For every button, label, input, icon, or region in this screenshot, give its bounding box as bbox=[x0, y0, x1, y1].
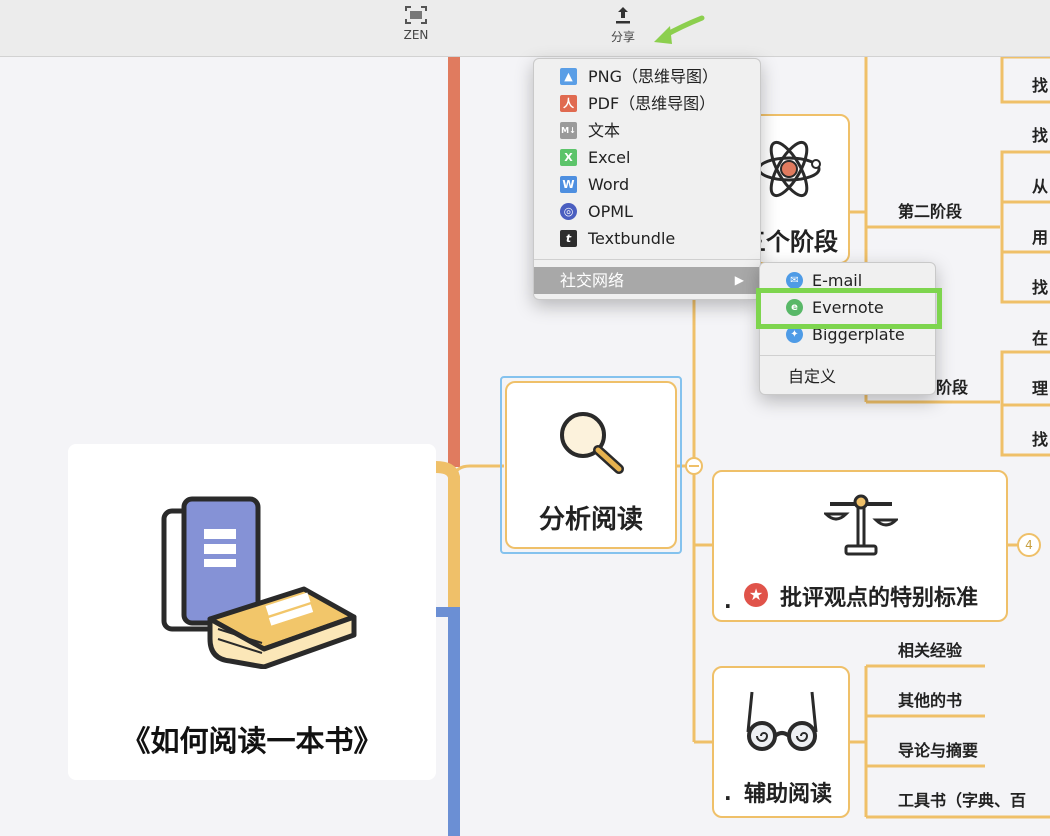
right-edge-label[interactable]: 找 bbox=[1032, 72, 1048, 96]
root-node-title: 《如何阅读一本书》 bbox=[121, 724, 383, 758]
mindmap-canvas: 《如何阅读一本书》 分析阅读 三个阶段 第二阶段 阶段 找 找 从 用 找 在 … bbox=[0, 57, 1050, 836]
star-badge-icon: ★ bbox=[744, 583, 768, 607]
root-node-card[interactable]: 《如何阅读一本书》 bbox=[68, 444, 436, 780]
word-icon: W bbox=[560, 176, 577, 193]
share-label: 分享 bbox=[610, 30, 635, 44]
glasses-icon bbox=[746, 691, 818, 751]
analysis-node-title: 分析阅读 bbox=[538, 505, 643, 535]
critique-node[interactable]: . ★ 批评观点的特别标准 bbox=[712, 470, 1008, 622]
export-excel-item[interactable]: X Excel bbox=[534, 144, 760, 171]
right-edge-label[interactable]: 从 bbox=[1032, 173, 1048, 197]
email-icon: ✉ bbox=[786, 272, 803, 289]
stage2-label[interactable]: 第二阶段 bbox=[898, 198, 962, 222]
menu-separator bbox=[760, 355, 935, 356]
zen-mode-button[interactable]: ZEN bbox=[386, 4, 446, 42]
export-pdf-item[interactable]: 人 PDF（思维导图） bbox=[534, 90, 760, 117]
green-arrow-annotation bbox=[654, 15, 705, 44]
share-button[interactable]: 分享 bbox=[593, 4, 653, 45]
right-edge-label[interactable]: 在 bbox=[1032, 325, 1048, 349]
png-image-icon: ▲ bbox=[560, 68, 577, 85]
aux-child-label[interactable]: 相关经验 bbox=[898, 637, 962, 661]
export-textbundle-item[interactable]: t Textbundle bbox=[534, 225, 760, 252]
menu-separator bbox=[534, 259, 760, 260]
collapsed-count-badge[interactable]: 4 bbox=[1018, 534, 1040, 556]
aux-child-label[interactable]: 其他的书 bbox=[898, 687, 962, 711]
stage3-label[interactable]: 阶段 bbox=[936, 374, 968, 398]
aux-node-title: 辅助阅读 bbox=[744, 782, 833, 807]
scales-icon bbox=[824, 494, 898, 556]
evernote-highlight-annotation bbox=[756, 288, 942, 329]
excel-icon: X bbox=[560, 149, 577, 166]
analysis-node[interactable]: 分析阅读 bbox=[505, 381, 677, 549]
critique-node-title: 批评观点的特别标准 bbox=[780, 586, 979, 611]
export-word-item[interactable]: W Word bbox=[534, 171, 760, 198]
share-custom-item[interactable]: 自定义 bbox=[760, 363, 935, 390]
export-text-item[interactable]: M↓ 文本 bbox=[534, 117, 760, 144]
export-opml-item[interactable]: ◎ OPML bbox=[534, 198, 760, 225]
aux-child-label[interactable]: 工具书（字典、百 bbox=[898, 787, 1026, 811]
right-edge-label[interactable]: 找 bbox=[1032, 122, 1048, 146]
books-icon bbox=[161, 496, 357, 669]
social-network-item[interactable]: 社交网络 ▶ bbox=[534, 267, 760, 294]
bullet-dot: . bbox=[724, 589, 732, 613]
share-upload-icon bbox=[616, 7, 630, 24]
zen-label: ZEN bbox=[403, 28, 429, 42]
share-export-menu: ▲ PNG（思维导图） 人 PDF（思维导图） M↓ 文本 X Excel W … bbox=[533, 58, 761, 300]
markdown-icon: M↓ bbox=[560, 122, 577, 139]
bullet-dot: . bbox=[724, 781, 732, 805]
aux-node[interactable]: . 辅助阅读 bbox=[712, 666, 850, 818]
right-edge-label[interactable]: 找 bbox=[1032, 274, 1048, 298]
zen-fullscreen-icon bbox=[405, 6, 427, 24]
textbundle-icon: t bbox=[560, 230, 577, 247]
export-png-item[interactable]: ▲ PNG（思维导图） bbox=[534, 63, 760, 90]
right-edge-label[interactable]: 找 bbox=[1032, 426, 1048, 450]
opml-icon: ◎ bbox=[560, 203, 577, 220]
submenu-arrow-icon: ▶ bbox=[734, 273, 744, 287]
right-edge-label[interactable]: 用 bbox=[1032, 224, 1048, 248]
right-edge-label[interactable]: 理 bbox=[1032, 375, 1048, 399]
atom-icon bbox=[757, 140, 821, 198]
aux-child-label[interactable]: 导论与摘要 bbox=[898, 737, 978, 761]
toolbar: ZEN 分享 bbox=[0, 0, 1050, 57]
pdf-file-icon: 人 bbox=[560, 95, 577, 112]
magnifier-icon bbox=[560, 412, 624, 474]
